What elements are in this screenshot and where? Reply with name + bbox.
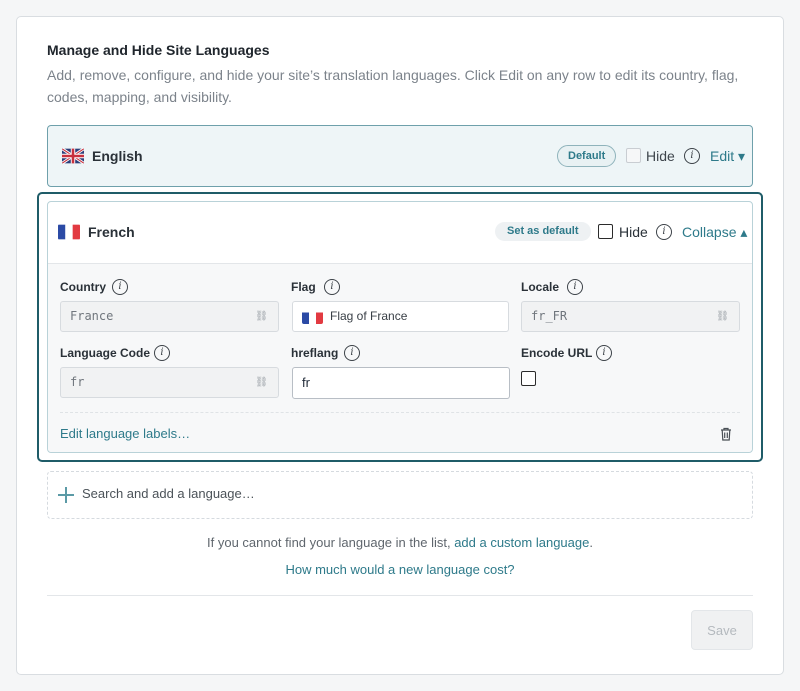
info-icon[interactable]: i (567, 279, 583, 295)
info-icon[interactable]: i (596, 345, 612, 361)
language-row-french: French Set as default Hide i Collapse ▴ … (47, 201, 753, 453)
footer-divider (47, 595, 753, 596)
language-code-label: Language Code (60, 346, 151, 360)
uk-flag-icon (62, 148, 84, 164)
info-icon[interactable]: i (154, 345, 170, 361)
lock-icon: ⛓ (255, 377, 268, 388)
info-icon[interactable]: i (684, 148, 700, 164)
hide-checkbox-french[interactable] (598, 224, 613, 239)
custom-language-help: If you cannot find your language in the … (0, 535, 800, 550)
add-custom-language-link[interactable]: add a custom language (454, 535, 589, 550)
search-language-input[interactable] (82, 486, 682, 501)
hide-checkbox-english[interactable] (626, 148, 641, 163)
save-button[interactable]: Save (691, 610, 753, 650)
france-flag-icon (58, 224, 80, 240)
locale-value: fr_FR (531, 309, 568, 323)
trash-icon[interactable] (720, 427, 732, 441)
flag-value: Flag of France (330, 309, 408, 323)
divider (60, 412, 740, 413)
encode-url-checkbox[interactable] (521, 371, 536, 386)
add-language-row[interactable] (47, 471, 753, 519)
country-label: Country (60, 280, 106, 294)
section-title: Manage and Hide Site Languages (47, 42, 270, 58)
plus-icon (58, 487, 74, 503)
collapse-button[interactable]: Collapse ▴ (682, 224, 747, 241)
set-as-default-button[interactable]: Set as default (495, 222, 591, 241)
info-icon[interactable]: i (656, 224, 672, 240)
language-cost-link[interactable]: How much would a new language cost? (285, 562, 514, 577)
lock-icon: ⛓ (255, 311, 268, 322)
hreflang-label: hreflang (291, 346, 339, 360)
locale-label: Locale (521, 280, 560, 294)
encode-url-label: Encode URL (521, 346, 593, 360)
flag-label: Flag (291, 280, 316, 294)
country-value: France (70, 309, 114, 323)
language-row-header[interactable]: French Set as default Hide i Collapse ▴ (48, 202, 752, 263)
custom-language-help-text: If you cannot find your language in the … (207, 535, 451, 550)
france-flag-icon (302, 309, 323, 324)
language-name: French (88, 224, 135, 240)
locale-field[interactable]: fr_FR ⛓ (521, 301, 740, 332)
info-icon[interactable]: i (112, 279, 128, 295)
language-cost-help: How much would a new language cost? (0, 562, 800, 577)
language-code-value: fr (70, 375, 85, 389)
hide-label: Hide (646, 148, 675, 164)
flag-select[interactable]: Flag of France (292, 301, 509, 332)
default-badge: Default (557, 145, 617, 167)
language-name: English (92, 148, 143, 164)
help-period: . (589, 535, 593, 550)
section-description: Add, remove, configure, and hide your si… (47, 67, 739, 105)
country-field[interactable]: France ⛓ (60, 301, 279, 332)
edit-button-english[interactable]: Edit ▾ (710, 148, 745, 165)
hreflang-input[interactable]: fr (292, 367, 510, 399)
language-settings-panel: Country i Flag i Locale i France ⛓ Flag … (48, 263, 752, 452)
language-row-english[interactable]: English Default Hide i Edit ▾ (47, 125, 753, 187)
language-code-field[interactable]: fr ⛓ (60, 367, 279, 398)
info-icon[interactable]: i (344, 345, 360, 361)
hide-label: Hide (619, 224, 648, 240)
lock-icon: ⛓ (716, 311, 729, 322)
info-icon[interactable]: i (324, 279, 340, 295)
edit-language-labels-link[interactable]: Edit language labels… (60, 426, 190, 441)
hreflang-value: fr (302, 375, 310, 390)
